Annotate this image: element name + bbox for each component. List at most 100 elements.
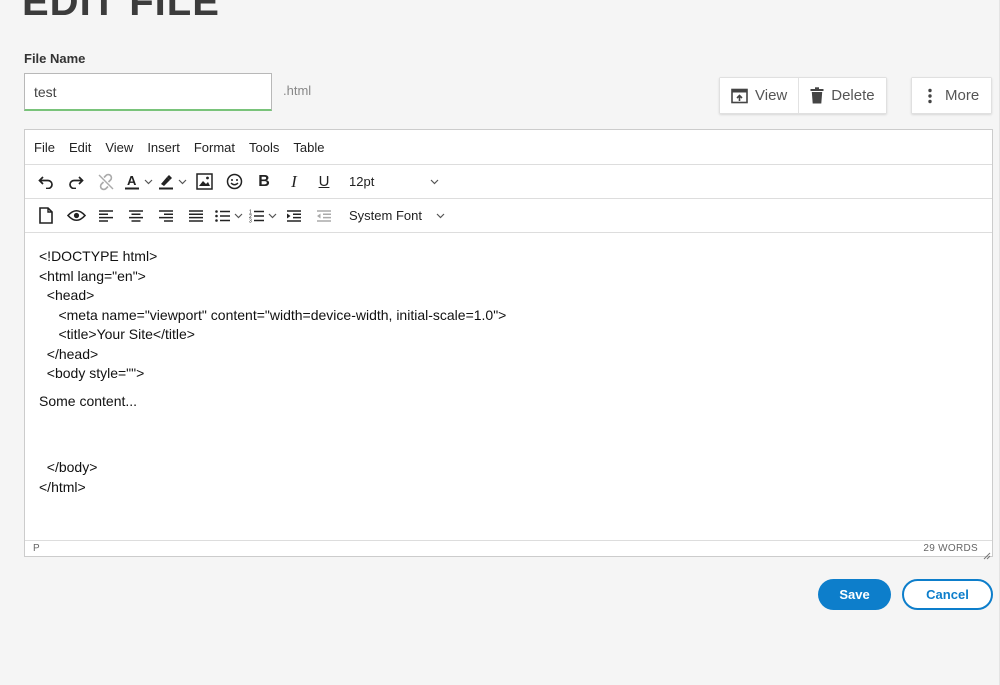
align-right-button[interactable] bbox=[151, 202, 181, 230]
more-actions-group: More bbox=[911, 77, 993, 114]
chevron-down-icon bbox=[234, 213, 242, 218]
numbered-list-button[interactable]: 123 bbox=[245, 202, 267, 230]
menu-format[interactable]: Format bbox=[187, 140, 242, 155]
undo-button[interactable] bbox=[31, 168, 61, 196]
menu-insert[interactable]: Insert bbox=[140, 140, 187, 155]
code-line: <head> bbox=[39, 287, 95, 303]
image-icon bbox=[195, 173, 213, 190]
unlink-icon bbox=[98, 173, 114, 190]
outdent-icon bbox=[317, 209, 331, 222]
outdent-button[interactable] bbox=[309, 202, 339, 230]
new-document-button[interactable] bbox=[31, 202, 61, 230]
code-line: </html> bbox=[39, 478, 86, 495]
eye-icon bbox=[66, 209, 86, 222]
more-button-label: More bbox=[945, 87, 980, 104]
file-name-input[interactable] bbox=[24, 73, 272, 111]
align-left-button[interactable] bbox=[91, 202, 121, 230]
underline-button[interactable]: U bbox=[309, 168, 339, 196]
align-justify-icon bbox=[189, 209, 203, 222]
preview-button[interactable] bbox=[61, 202, 91, 230]
highlight-color-button[interactable] bbox=[155, 168, 177, 196]
chevron-down-icon bbox=[436, 213, 445, 218]
font-family-select[interactable]: System Font bbox=[343, 202, 451, 230]
align-right-icon bbox=[159, 209, 173, 222]
menu-view[interactable]: View bbox=[98, 140, 140, 155]
code-line: <html lang="en"> bbox=[39, 267, 146, 284]
resize-handle[interactable] bbox=[983, 547, 991, 560]
italic-button[interactable]: I bbox=[279, 168, 309, 196]
document-icon bbox=[39, 207, 53, 224]
text-color-dropdown[interactable] bbox=[141, 168, 155, 196]
editor-toolbar-row-2: 123 System Font bbox=[25, 199, 992, 233]
delete-button[interactable]: Delete bbox=[798, 78, 886, 113]
rich-text-editor: File Edit View Insert Format Tools Table… bbox=[24, 129, 993, 560]
unlink-button[interactable] bbox=[91, 168, 121, 196]
chevron-down-icon bbox=[268, 213, 276, 218]
font-size-value: 12pt bbox=[349, 174, 375, 189]
menu-edit[interactable]: Edit bbox=[62, 140, 98, 155]
code-line: <meta name="viewport" content="width=dev… bbox=[39, 306, 507, 323]
align-center-button[interactable] bbox=[121, 202, 151, 230]
emoji-button[interactable] bbox=[219, 168, 249, 196]
code-line: </head> bbox=[39, 345, 99, 362]
menu-file[interactable]: File bbox=[27, 140, 62, 155]
highlight-color-dropdown[interactable] bbox=[175, 168, 189, 196]
bold-button[interactable]: B bbox=[249, 168, 279, 196]
numbered-list-dropdown[interactable] bbox=[265, 202, 279, 230]
svg-text:3: 3 bbox=[249, 218, 252, 223]
editor-content[interactable]: <!DOCTYPE html> <html lang="en"> <head> … bbox=[25, 233, 992, 497]
cancel-button[interactable]: Cancel bbox=[902, 579, 993, 610]
undo-icon bbox=[38, 175, 53, 189]
file-extension-label: .html bbox=[283, 83, 312, 98]
code-line: </body> bbox=[39, 459, 98, 475]
bullet-list-button[interactable] bbox=[211, 202, 233, 230]
trash-icon bbox=[810, 87, 824, 104]
kebab-icon bbox=[928, 88, 932, 104]
italic-icon: I bbox=[291, 171, 297, 191]
save-button[interactable]: Save bbox=[818, 579, 891, 610]
align-justify-button[interactable] bbox=[181, 202, 211, 230]
editor-statusbar: P 29 WORDS bbox=[25, 540, 992, 556]
editor-toolbar-row-1: A B I U 12pt bbox=[25, 165, 992, 199]
text-color-button[interactable]: A bbox=[121, 168, 143, 196]
emoji-icon bbox=[226, 173, 242, 190]
element-path[interactable]: P bbox=[33, 543, 40, 554]
text-color-icon: A bbox=[125, 173, 139, 189]
content-paragraph: Some content... bbox=[39, 392, 138, 409]
bold-icon: B bbox=[258, 172, 270, 190]
align-center-icon bbox=[129, 209, 143, 222]
redo-icon bbox=[69, 175, 84, 189]
bullet-list-icon bbox=[214, 209, 230, 222]
font-family-value: System Font bbox=[349, 208, 422, 223]
bullet-list-dropdown[interactable] bbox=[231, 202, 245, 230]
code-line: <body style=""> bbox=[39, 365, 145, 381]
code-line: <title>Your Site</title> bbox=[39, 326, 195, 342]
view-button[interactable]: View bbox=[720, 78, 799, 113]
file-name-label: File Name bbox=[24, 51, 86, 66]
word-count: 29 WORDS bbox=[923, 543, 978, 554]
svg-text:A: A bbox=[127, 173, 137, 188]
underline-icon: U bbox=[318, 173, 330, 190]
indent-button[interactable] bbox=[279, 202, 309, 230]
redo-button[interactable] bbox=[61, 168, 91, 196]
view-button-label: View bbox=[755, 87, 788, 104]
chevron-down-icon bbox=[430, 179, 439, 184]
highlighter-icon bbox=[159, 174, 173, 189]
align-left-icon bbox=[99, 209, 113, 222]
editor-menubar: File Edit View Insert Format Tools Table bbox=[25, 130, 992, 165]
code-line: <!DOCTYPE html> bbox=[39, 248, 158, 264]
page-title: EDIT FILE bbox=[22, 0, 220, 24]
menu-table[interactable]: Table bbox=[286, 140, 331, 155]
view-icon bbox=[731, 88, 748, 104]
delete-button-label: Delete bbox=[831, 87, 875, 104]
font-size-select[interactable]: 12pt bbox=[343, 168, 445, 196]
file-actions-group: View Delete bbox=[719, 77, 887, 114]
menu-tools[interactable]: Tools bbox=[242, 140, 286, 155]
resize-grip-icon bbox=[983, 552, 991, 560]
more-button[interactable]: More bbox=[912, 78, 992, 113]
chevron-down-icon bbox=[178, 179, 186, 184]
chevron-down-icon bbox=[144, 179, 152, 184]
numbered-list-icon: 123 bbox=[249, 209, 264, 223]
insert-image-button[interactable] bbox=[189, 168, 219, 196]
indent-icon bbox=[287, 209, 301, 222]
